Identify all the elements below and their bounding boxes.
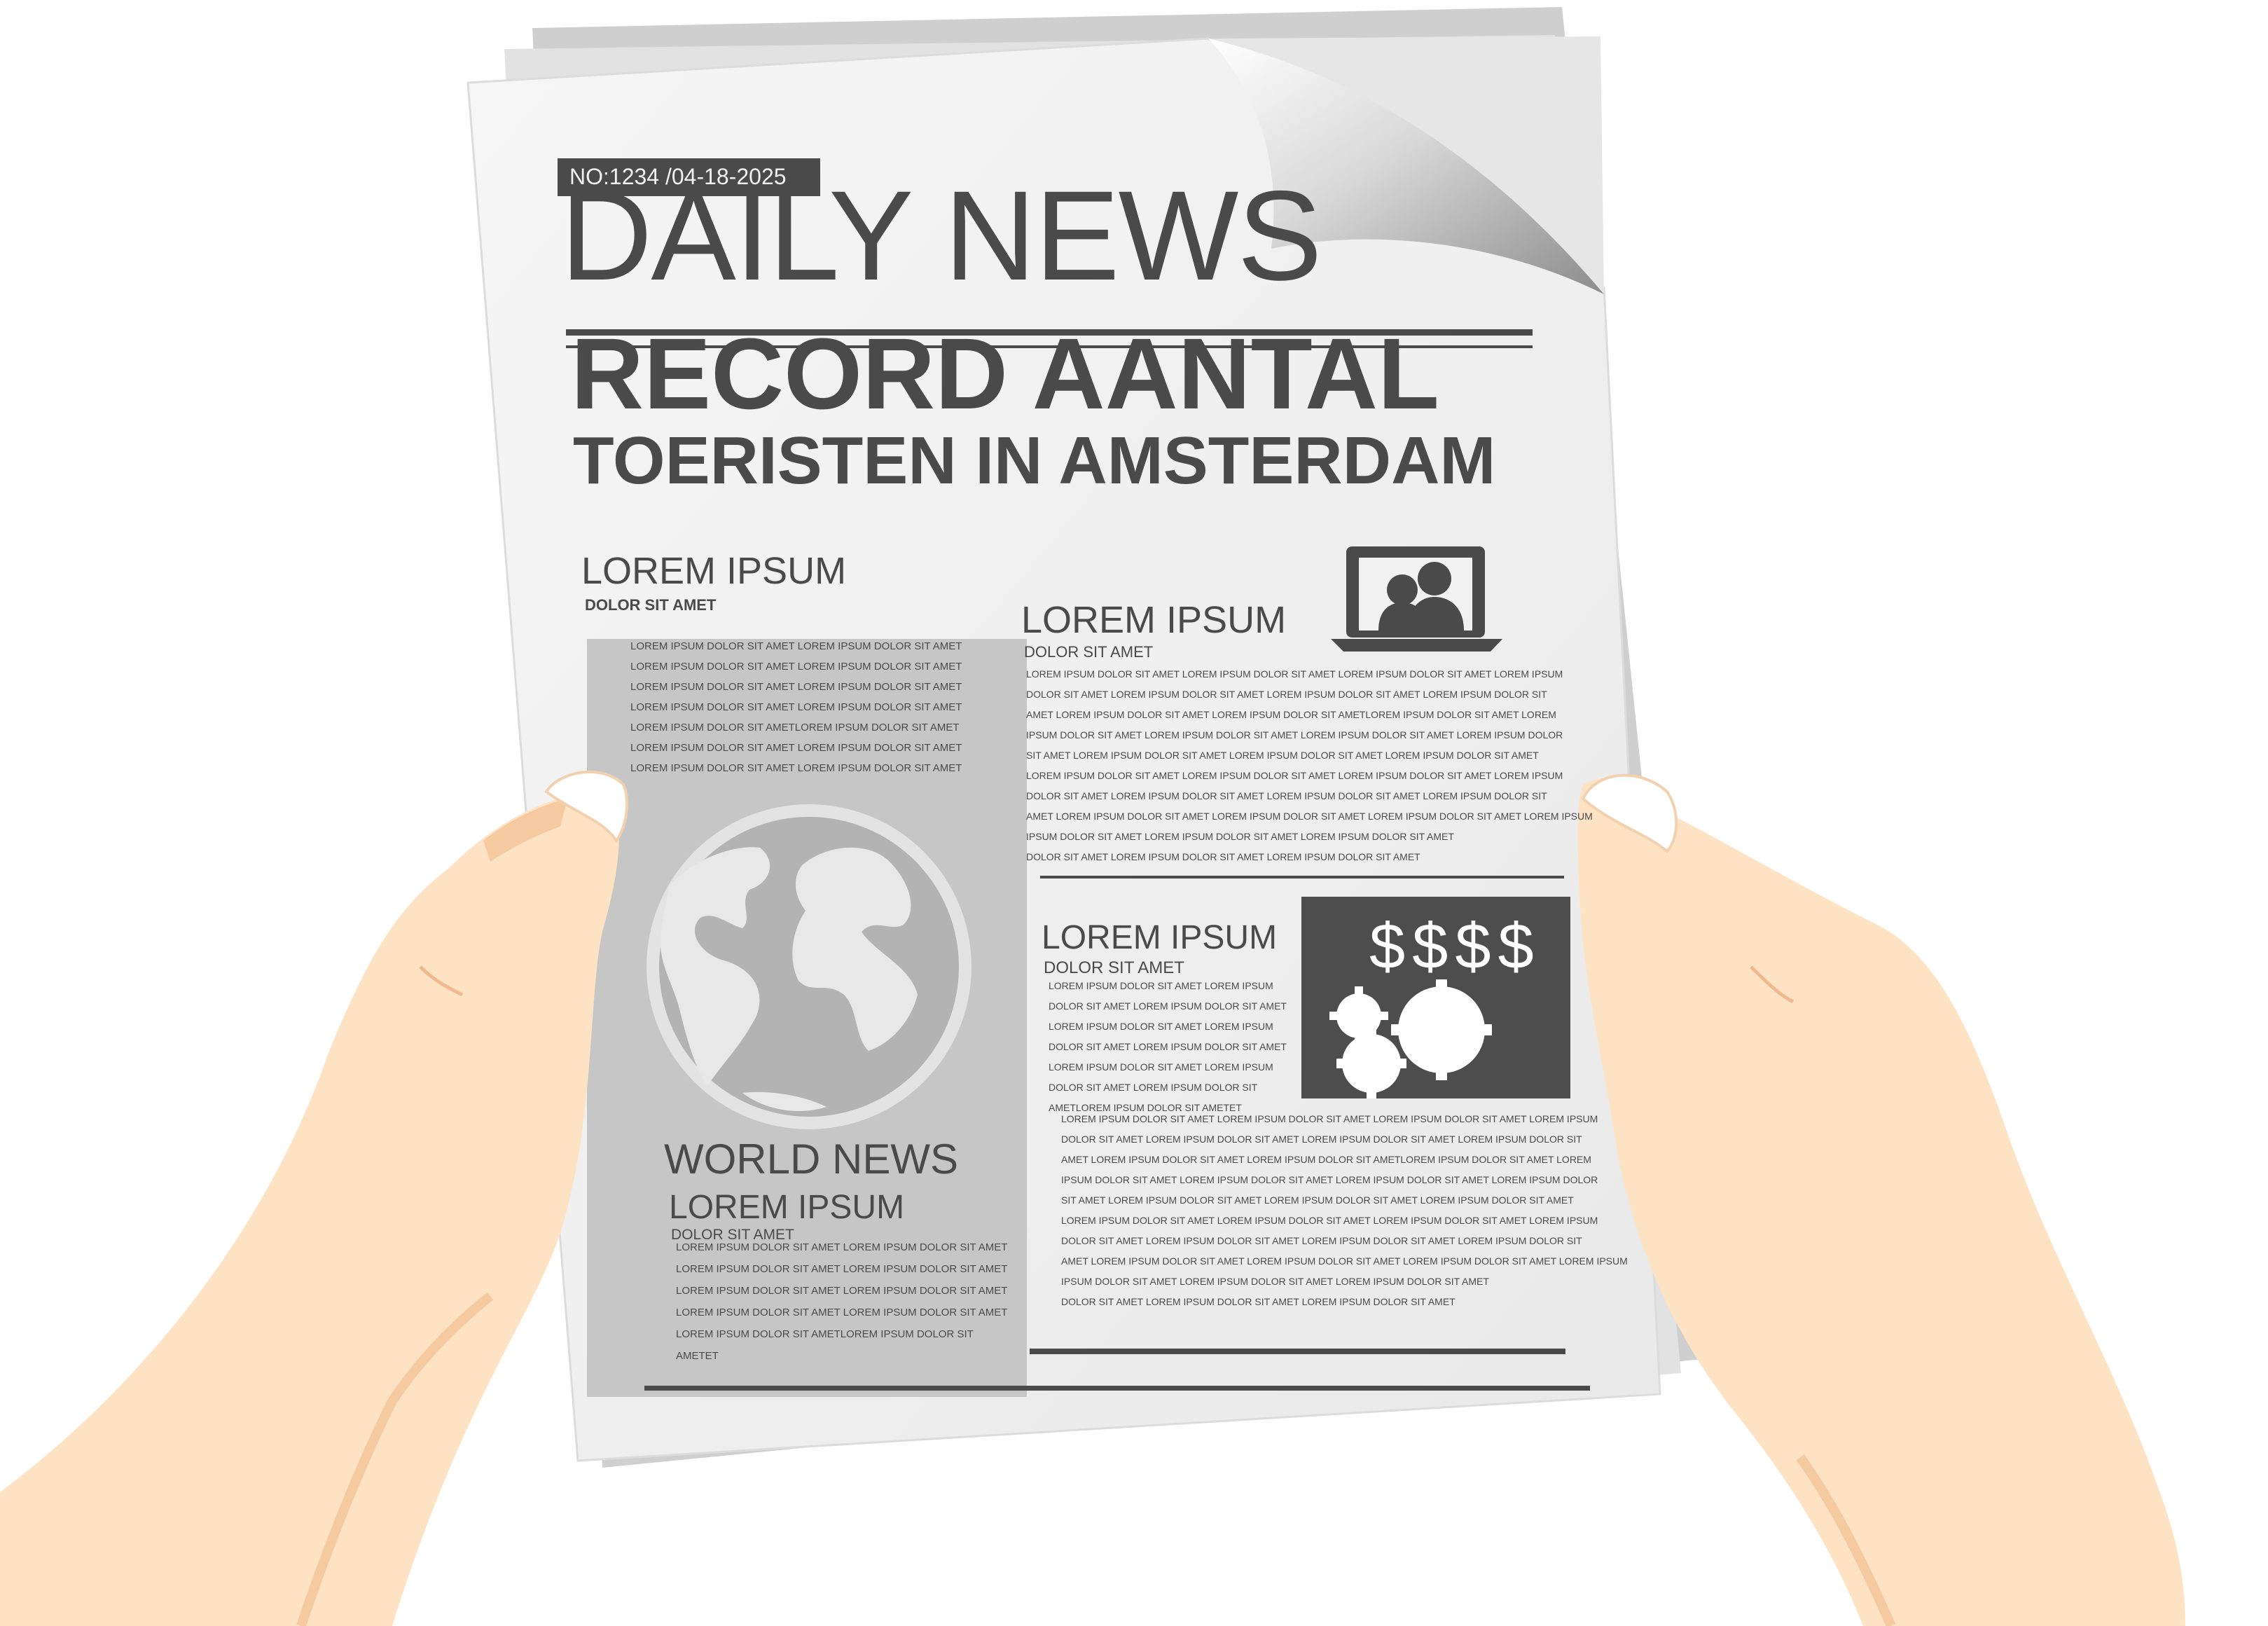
bottom-article-body: LOREM IPSUM DOLOR SIT AMET LOREM IPSUM D… bbox=[1061, 1109, 1628, 1312]
right-hand bbox=[1577, 773, 2185, 1626]
body-line: DOLOR SIT AMET LOREM IPSUM DOLOR SIT AME… bbox=[1061, 1235, 1582, 1246]
body-line: DOLOR SIT AMET LOREM IPSUM DOLOR SIT AME… bbox=[1026, 851, 1420, 862]
left-hand bbox=[0, 770, 629, 1626]
body-line: DOLOR SIT AMET LOREM IPSUM DOLOR SIT AME… bbox=[1049, 1041, 1287, 1052]
body-line: LOREM IPSUM DOLOR SIT AMET LOREM IPSUM D… bbox=[630, 762, 962, 774]
left-article-subheading: DOLOR SIT AMET bbox=[585, 596, 717, 614]
left-article-heading: LOREM IPSUM bbox=[581, 550, 847, 592]
body-line: IPSUM DOLOR SIT AMET LOREM IPSUM DOLOR S… bbox=[1026, 831, 1454, 842]
right-article-body: LOREM IPSUM DOLOR SIT AMET LOREM IPSUM D… bbox=[1026, 664, 1593, 867]
body-line: DOLOR SIT AMET LOREM IPSUM DOLOR SIT AME… bbox=[1026, 689, 1547, 700]
money-article-body: LOREM IPSUM DOLOR SIT AMET LOREM IPSUM D… bbox=[1049, 976, 1287, 1118]
body-line: LOREM IPSUM DOLOR SIT AMET LOREM IPSUM D… bbox=[630, 701, 962, 713]
body-line: DOLOR SIT AMET LOREM IPSUM DOLOR SIT AME… bbox=[1061, 1134, 1582, 1145]
body-line: DOLOR SIT AMET LOREM IPSUM DOLOR SIT AME… bbox=[1026, 790, 1547, 801]
body-line: LOREM IPSUM DOLOR SIT AMET LOREM IPSUM bbox=[1049, 1061, 1273, 1073]
body-line: IPSUM DOLOR SIT AMET LOREM IPSUM DOLOR S… bbox=[1061, 1174, 1598, 1185]
money-article-subheading: DOLOR SIT AMET bbox=[1044, 958, 1184, 977]
bottom-rule-1 bbox=[1030, 1349, 1565, 1354]
body-line: AMET LOREM IPSUM DOLOR SIT AMET LOREM IP… bbox=[1061, 1154, 1591, 1165]
body-line: LOREM IPSUM DOLOR SIT AMET LOREM IPSUM D… bbox=[1026, 668, 1563, 680]
body-line: LOREM IPSUM DOLOR SIT AMET LOREM IPSUM D… bbox=[1026, 770, 1563, 781]
world-news-heading: WORLD NEWS bbox=[664, 1136, 958, 1183]
body-line: LOREM IPSUM DOLOR SIT AMET LOREM IPSUM D… bbox=[630, 742, 962, 754]
headline-line-1: RECORD AANTAL bbox=[571, 317, 1439, 430]
body-line: LOREM IPSUM DOLOR SIT AMET LOREM IPSUM D… bbox=[676, 1285, 1008, 1297]
body-line: LOREM IPSUM DOLOR SIT AMET LOREM IPSUM bbox=[1049, 1021, 1273, 1032]
body-line: LOREM IPSUM DOLOR SIT AMET LOREM IPSUM D… bbox=[630, 640, 962, 652]
body-line: LOREM IPSUM DOLOR SIT AMET LOREM IPSUM D… bbox=[630, 661, 962, 673]
right-article-heading: LOREM IPSUM bbox=[1021, 599, 1287, 641]
body-line: LOREM IPSUM DOLOR SIT AMET LOREM IPSUM D… bbox=[630, 681, 962, 693]
body-line: LOREM IPSUM DOLOR SIT AMETLOREM IPSUM DO… bbox=[676, 1328, 974, 1340]
body-line: SIT AMET LOREM IPSUM DOLOR SIT AMET LORE… bbox=[1061, 1194, 1574, 1206]
body-line: SIT AMET LOREM IPSUM DOLOR SIT AMET LORE… bbox=[1026, 750, 1539, 761]
headline-line-2: TOERISTEN IN AMSTERDAM bbox=[573, 423, 1496, 498]
body-line: LOREM IPSUM DOLOR SIT AMET LOREM IPSUM D… bbox=[676, 1263, 1008, 1275]
illustration: NO:1234 /04-18-2025 DAILY NEWS RECORD AA… bbox=[0, 0, 2268, 1626]
body-line: AMET LOREM IPSUM DOLOR SIT AMET LOREM IP… bbox=[1026, 811, 1593, 822]
body-line: LOREM IPSUM DOLOR SIT AMETLOREM IPSUM DO… bbox=[630, 722, 960, 733]
globe-icon bbox=[646, 804, 971, 1129]
bottom-rule-2 bbox=[644, 1386, 1590, 1391]
column-divider bbox=[1040, 876, 1564, 879]
body-line: IPSUM DOLOR SIT AMET LOREM IPSUM DOLOR S… bbox=[1061, 1276, 1489, 1287]
money-symbols: $$$$ bbox=[1369, 911, 1541, 982]
body-line: AMET LOREM IPSUM DOLOR SIT AMET LOREM IP… bbox=[1061, 1255, 1628, 1267]
body-line: DOLOR SIT AMET LOREM IPSUM DOLOR SIT AME… bbox=[1061, 1296, 1455, 1307]
body-line: AMET LOREM IPSUM DOLOR SIT AMET LOREM IP… bbox=[1026, 709, 1556, 720]
body-line: LOREM IPSUM DOLOR SIT AMET LOREM IPSUM D… bbox=[676, 1241, 1008, 1253]
money-article-heading: LOREM IPSUM bbox=[1042, 919, 1278, 956]
body-line: LOREM IPSUM DOLOR SIT AMET LOREM IPSUM D… bbox=[1061, 1215, 1598, 1226]
right-article-subheading: DOLOR SIT AMET bbox=[1024, 643, 1154, 661]
body-line: LOREM IPSUM DOLOR SIT AMET LOREM IPSUM D… bbox=[676, 1307, 1008, 1318]
body-line: IPSUM DOLOR SIT AMET LOREM IPSUM DOLOR S… bbox=[1026, 729, 1563, 740]
body-line: DOLOR SIT AMET LOREM IPSUM DOLOR SIT bbox=[1049, 1082, 1258, 1093]
body-line: LOREM IPSUM DOLOR SIT AMET LOREM IPSUM bbox=[1049, 980, 1273, 991]
masthead-title: DAILY NEWS bbox=[560, 164, 1322, 307]
body-line: LOREM IPSUM DOLOR SIT AMET LOREM IPSUM D… bbox=[1061, 1113, 1598, 1124]
body-line: AMETET bbox=[676, 1350, 719, 1362]
world-news-body: LOREM IPSUM DOLOR SIT AMET LOREM IPSUM D… bbox=[676, 1236, 1007, 1367]
left-article-body: LOREM IPSUM DOLOR SIT AMET LOREM IPSUM D… bbox=[630, 636, 962, 778]
world-news-subheading: LOREM IPSUM bbox=[669, 1189, 905, 1226]
laptop-video-call-icon bbox=[1331, 546, 1502, 652]
body-line: DOLOR SIT AMET LOREM IPSUM DOLOR SIT AME… bbox=[1049, 1000, 1287, 1012]
